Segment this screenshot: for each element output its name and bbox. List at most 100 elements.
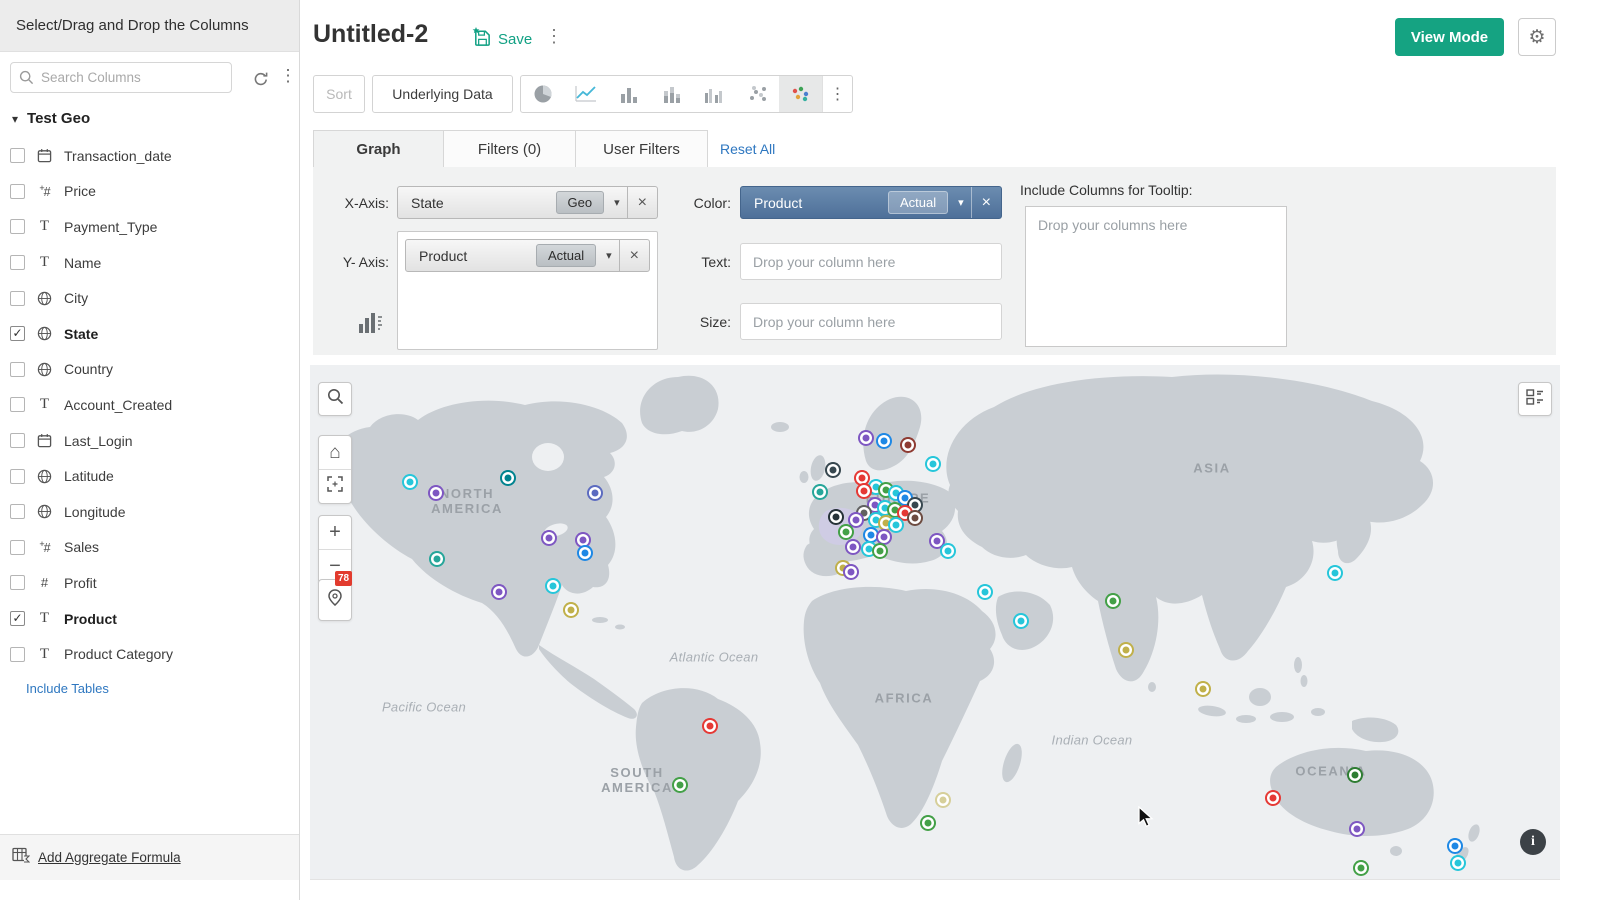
column-row[interactable]: +#Price — [0, 174, 299, 210]
column-row[interactable]: +#Sales — [0, 530, 299, 566]
map-point[interactable] — [940, 797, 947, 804]
map-point[interactable] — [830, 467, 837, 474]
remove-icon[interactable]: × — [971, 187, 1001, 218]
text-drop-zone[interactable]: Drop your column here — [740, 243, 1002, 280]
column-checkbox[interactable] — [10, 647, 25, 662]
refresh-icon[interactable] — [250, 68, 272, 90]
column-row[interactable]: Transaction_date — [0, 138, 299, 174]
map-point[interactable] — [568, 607, 575, 614]
sort-button[interactable]: Sort — [313, 75, 365, 113]
stacked-bar-chart-icon[interactable] — [650, 76, 693, 112]
tooltip-drop-zone[interactable]: Drop your columns here — [1025, 206, 1287, 347]
column-checkbox[interactable] — [10, 504, 25, 519]
line-chart-icon[interactable] — [564, 76, 607, 112]
tab-graph[interactable]: Graph — [313, 130, 444, 168]
map-point[interactable] — [1352, 772, 1359, 779]
chevron-down-icon[interactable]: ▾ — [607, 196, 627, 209]
column-row[interactable]: #Profit — [0, 565, 299, 601]
column-checkbox[interactable] — [10, 469, 25, 484]
map-point[interactable] — [872, 502, 879, 509]
map-point[interactable] — [883, 520, 890, 527]
tab-filters[interactable]: Filters (0) — [443, 130, 576, 168]
map-point[interactable] — [930, 461, 937, 468]
map-point[interactable] — [1270, 795, 1277, 802]
map-point[interactable] — [1123, 647, 1130, 654]
map-point[interactable] — [902, 510, 909, 517]
x-axis-mode-chip[interactable]: Geo — [556, 191, 605, 214]
color-chip[interactable]: Product Actual ▾ × — [740, 186, 1002, 219]
map-layout-button[interactable] — [1518, 382, 1552, 416]
y-axis-drop-zone[interactable]: Product Actual ▾ × — [397, 231, 658, 350]
search-input[interactable] — [10, 62, 232, 93]
map-point[interactable] — [1200, 686, 1207, 693]
map-point[interactable] — [905, 442, 912, 449]
map-point[interactable] — [881, 534, 888, 541]
view-mode-button[interactable]: View Mode — [1395, 18, 1504, 56]
zoom-in-button[interactable]: + — [319, 516, 351, 549]
y-axis-chip[interactable]: Product Actual ▾ × — [405, 239, 650, 272]
color-mode-chip[interactable]: Actual — [888, 191, 948, 214]
column-checkbox[interactable] — [10, 575, 25, 590]
map-point[interactable] — [580, 537, 587, 544]
map-point[interactable] — [434, 556, 441, 563]
map-point[interactable] — [859, 475, 866, 482]
map-point[interactable] — [550, 583, 557, 590]
map-info-button[interactable]: i — [1520, 829, 1546, 855]
map-point[interactable] — [877, 548, 884, 555]
map-point[interactable] — [982, 589, 989, 596]
map-point[interactable] — [496, 589, 503, 596]
column-checkbox[interactable] — [10, 433, 25, 448]
map-point[interactable] — [582, 550, 589, 557]
column-checkbox[interactable] — [10, 219, 25, 234]
size-drop-zone[interactable]: Drop your column here — [740, 303, 1002, 340]
title-menu-icon[interactable]: ⋮ — [545, 26, 561, 47]
map-point[interactable] — [707, 723, 714, 730]
underlying-data-button[interactable]: Underlying Data — [372, 75, 513, 113]
column-row[interactable]: TPayment_Type — [0, 209, 299, 245]
column-checkbox[interactable] — [10, 540, 25, 555]
map-point[interactable] — [934, 538, 941, 545]
column-row[interactable]: Last_Login — [0, 423, 299, 459]
table-group-toggle[interactable]: ▾ Test Geo — [12, 110, 90, 127]
column-checkbox[interactable]: ✓ — [10, 611, 25, 626]
map-point[interactable] — [861, 488, 868, 495]
column-row[interactable]: Latitude — [0, 458, 299, 494]
map-point[interactable] — [912, 515, 919, 522]
map-point[interactable] — [1354, 826, 1361, 833]
map-point[interactable] — [863, 435, 870, 442]
map-point[interactable] — [1110, 598, 1117, 605]
x-axis-chip[interactable]: State Geo ▾ × — [397, 186, 658, 219]
reset-all-link[interactable]: Reset All — [720, 130, 775, 168]
settings-button[interactable]: ⚙ — [1518, 18, 1556, 56]
y-axis-mode-chip[interactable]: Actual — [536, 244, 596, 267]
axis-sort-icon[interactable] — [357, 311, 383, 340]
map-point[interactable] — [840, 565, 847, 572]
map-point[interactable] — [912, 502, 919, 509]
map-point[interactable] — [1332, 570, 1339, 577]
map-point[interactable] — [873, 484, 880, 491]
map-point[interactable] — [881, 438, 888, 445]
column-checkbox[interactable] — [10, 362, 25, 377]
remove-icon[interactable]: × — [619, 240, 649, 271]
map-point[interactable] — [868, 532, 875, 539]
map-point[interactable] — [883, 487, 890, 494]
map-point[interactable] — [861, 510, 868, 517]
map-chart-icon[interactable] — [779, 76, 822, 112]
scatter-chart-icon[interactable] — [736, 76, 779, 112]
column-checkbox[interactable]: ✓ — [10, 326, 25, 341]
map-point[interactable] — [1455, 860, 1462, 867]
grouped-bar-chart-icon[interactable] — [693, 76, 736, 112]
column-checkbox[interactable] — [10, 397, 25, 412]
map-point[interactable] — [850, 544, 857, 551]
add-aggregate-formula-link[interactable]: Add Aggregate Formula — [38, 850, 181, 865]
map-frame-button[interactable] — [319, 470, 351, 503]
bar-chart-icon[interactable] — [607, 76, 650, 112]
pie-chart-icon[interactable] — [521, 76, 564, 112]
map-point[interactable] — [853, 517, 860, 524]
column-row[interactable]: TName — [0, 245, 299, 281]
map-point[interactable] — [1018, 618, 1025, 625]
map-point[interactable] — [843, 529, 850, 536]
map-point[interactable] — [902, 495, 909, 502]
column-checkbox[interactable] — [10, 148, 25, 163]
map-point[interactable] — [925, 820, 932, 827]
